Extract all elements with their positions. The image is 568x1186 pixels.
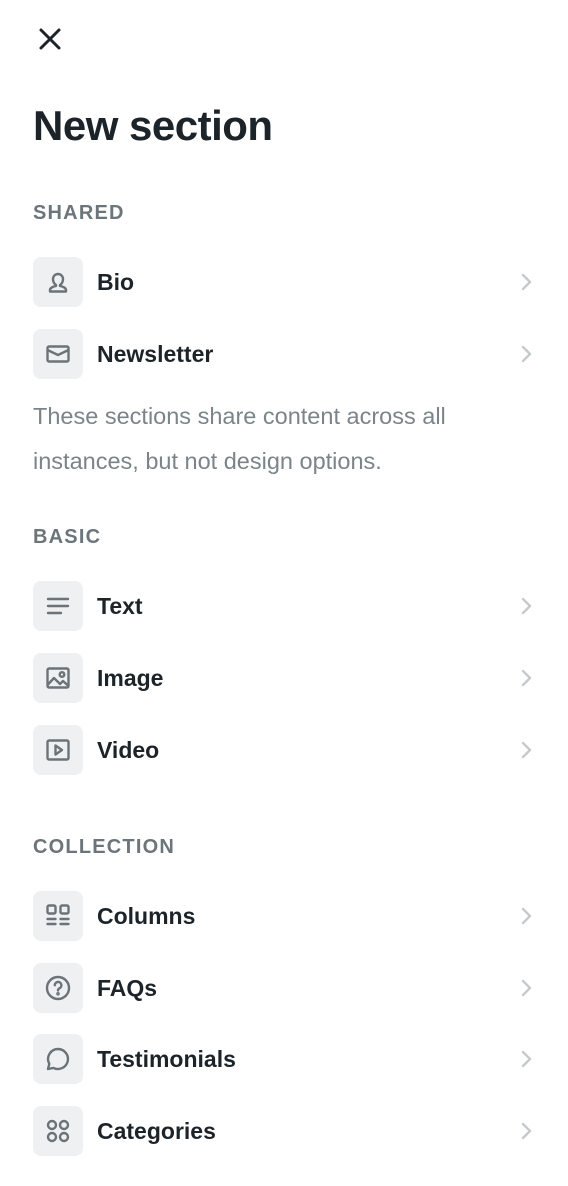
chevron-right-icon (517, 1122, 535, 1140)
section-item-label: Image (97, 664, 164, 691)
close-button[interactable] (33, 22, 67, 56)
section-item-image[interactable]: Image (33, 652, 535, 704)
section-item-categories[interactable]: Categories (33, 1105, 535, 1157)
envelope-icon (33, 329, 83, 379)
section-item-label: Testimonials (97, 1045, 236, 1072)
question-circle-icon (33, 963, 83, 1013)
chevron-right-icon (517, 345, 535, 363)
section-item-label: Columns (97, 902, 196, 929)
person-icon (33, 257, 83, 307)
section-item-testimonials[interactable]: Testimonials (33, 1033, 535, 1085)
close-icon (37, 26, 63, 52)
section-item-label: FAQs (97, 974, 158, 1001)
section-item-video[interactable]: Video (33, 724, 535, 776)
section-item-bio[interactable]: Bio (33, 256, 535, 308)
video-play-icon (33, 725, 83, 775)
chevron-right-icon (517, 741, 535, 759)
section-item-label: Text (97, 592, 143, 619)
text-lines-icon (33, 581, 83, 631)
chevron-right-icon (517, 1050, 535, 1068)
chevron-right-icon (517, 669, 535, 687)
section-item-label: Bio (97, 268, 135, 295)
section-item-faqs[interactable]: FAQs (33, 962, 535, 1014)
image-icon (33, 653, 83, 703)
section-item-label: Video (97, 736, 160, 763)
section-item-label: Newsletter (97, 340, 214, 367)
chevron-right-icon (517, 597, 535, 615)
chevron-right-icon (517, 273, 535, 291)
section-heading-shared: SHARED (33, 202, 125, 224)
categories-grid-icon (33, 1106, 83, 1156)
section-item-label: Categories (97, 1117, 216, 1144)
section-heading-collection: COLLECTION (33, 836, 175, 858)
columns-icon (33, 891, 83, 941)
chat-bubble-icon (33, 1034, 83, 1084)
chevron-right-icon (517, 979, 535, 997)
section-item-columns[interactable]: Columns (33, 890, 535, 942)
chevron-right-icon (517, 907, 535, 925)
section-item-text[interactable]: Text (33, 580, 535, 632)
page-title: New section (33, 102, 273, 149)
section-heading-basic: BASIC (33, 526, 102, 548)
section-item-newsletter[interactable]: Newsletter (33, 328, 535, 380)
shared-sections-note: These sections share content across all … (33, 403, 446, 474)
